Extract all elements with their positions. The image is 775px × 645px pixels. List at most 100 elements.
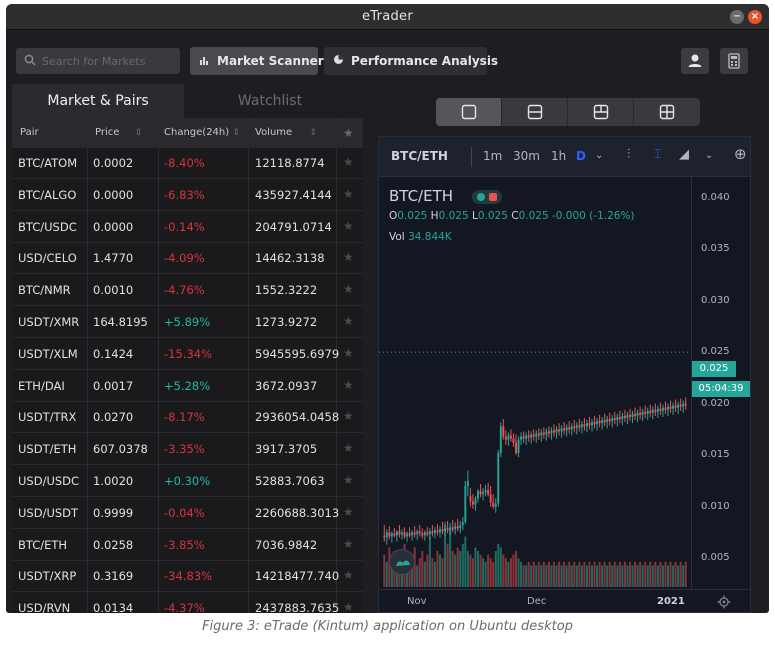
candle-body bbox=[679, 404, 682, 407]
table-row[interactable]: BTC/ATOM 0.0002 -8.40% 12118.8774 ★ bbox=[12, 148, 363, 179]
layout-four-panes-button[interactable] bbox=[634, 98, 700, 126]
timeframe-30m[interactable]: 30m bbox=[513, 149, 540, 163]
table-row[interactable]: USD/CELO 1.4770 -4.09% 14462.3138 ★ bbox=[12, 243, 363, 275]
volume-bar bbox=[469, 554, 472, 587]
candle-body bbox=[487, 490, 490, 495]
price-cell: 0.1424 bbox=[93, 346, 134, 361]
table-row[interactable]: USD/USDC 1.0020 +0.30% 52883.7063 ★ bbox=[12, 466, 363, 497]
header-change[interactable]: Change(24h) ⇕ bbox=[164, 118, 240, 148]
change-cell: +0.30% bbox=[164, 474, 211, 488]
candle-body bbox=[623, 415, 626, 419]
table-row[interactable]: USDT/XLM 0.1424 -15.34% 5945595.6979 ★ bbox=[12, 339, 363, 370]
table-row[interactable]: BTC/ETH 0.0258 -3.85% 7036.9842 ★ bbox=[12, 530, 363, 561]
favorite-star-icon[interactable]: ★ bbox=[343, 441, 354, 455]
candle-body bbox=[459, 525, 462, 529]
layout-two-rows-button[interactable] bbox=[502, 98, 568, 126]
pair-cell: BTC/NMR bbox=[18, 283, 71, 298]
timeframe-d[interactable]: D bbox=[576, 149, 586, 163]
calculator-button[interactable] bbox=[720, 48, 748, 74]
candle-body bbox=[477, 491, 479, 499]
favorite-star-icon[interactable]: ★ bbox=[343, 219, 354, 233]
pair-cell: USDT/TRX bbox=[18, 410, 77, 425]
favorite-star-icon[interactable]: ★ bbox=[343, 409, 354, 423]
volume-bar bbox=[451, 551, 454, 587]
tab-watchlist[interactable]: Watchlist bbox=[184, 84, 356, 118]
tradingview-logo-icon[interactable] bbox=[389, 549, 415, 575]
search-box[interactable] bbox=[16, 48, 180, 74]
pair-cell: USD/RVN bbox=[18, 601, 71, 613]
favorite-star-icon[interactable]: ★ bbox=[343, 600, 354, 613]
favorite-star-icon[interactable]: ★ bbox=[343, 378, 354, 392]
volume-bar bbox=[603, 561, 606, 587]
market-scanner-button[interactable]: Market Scanner bbox=[190, 47, 324, 75]
layout-four-panes-icon bbox=[659, 104, 675, 120]
table-row[interactable]: USDT/ETH 607.0378 -3.35% 3917.3705 ★ bbox=[12, 434, 363, 466]
table-row[interactable]: USDT/TRX 0.0270 -8.17% 2936054.0458 ★ bbox=[12, 402, 363, 434]
change-cell: -3.35% bbox=[164, 442, 205, 457]
area-style-icon[interactable]: ◢ bbox=[679, 147, 689, 162]
pair-cell: BTC/USDC bbox=[18, 219, 77, 234]
chevron-down-icon[interactable]: ⌄ bbox=[705, 150, 713, 161]
candle-body bbox=[401, 532, 403, 535]
change-cell: -15.34% bbox=[164, 346, 212, 361]
table-row[interactable]: BTC/ALGO 0.0000 -6.83% 435927.4144 ★ bbox=[12, 180, 363, 211]
header-volume[interactable]: Volume ⇕ bbox=[255, 118, 317, 148]
volume-cell: 52883.7063 bbox=[255, 474, 325, 488]
price-cell: 1.4770 bbox=[93, 251, 134, 266]
layout-three-panes-button[interactable] bbox=[568, 98, 634, 126]
candle-body bbox=[641, 411, 644, 415]
volume-bar bbox=[613, 561, 616, 587]
header-pair[interactable]: Pair bbox=[20, 118, 39, 148]
favorite-star-icon[interactable]: ★ bbox=[343, 568, 354, 582]
layout-selector bbox=[436, 98, 700, 126]
header-star-icon[interactable]: ★ bbox=[343, 118, 354, 148]
table-row[interactable]: BTC/NMR 0.0010 -4.76% 1552.3222 ★ bbox=[12, 275, 363, 307]
table-row[interactable]: USD/RVN 0.0134 -4.37% 2437883.7635 ★ bbox=[12, 593, 363, 613]
table-row[interactable]: USDT/XMR 164.8195 +5.89% 1273.9272 ★ bbox=[12, 307, 363, 338]
favorite-star-icon[interactable]: ★ bbox=[343, 250, 354, 264]
table-row[interactable]: USDT/XRP 0.3169 -34.83% 14218477.740 ★ bbox=[12, 561, 363, 593]
layout-single-button[interactable] bbox=[436, 98, 502, 126]
candle-body bbox=[451, 527, 454, 530]
candle-body bbox=[646, 410, 649, 414]
candle-body bbox=[654, 409, 657, 412]
y-tick: 0.030 bbox=[701, 294, 730, 306]
minimize-button[interactable]: − bbox=[730, 10, 744, 24]
table-row[interactable]: ETH/DAI 0.0017 +5.28% 3672.0937 ★ bbox=[12, 371, 363, 402]
volume-bar bbox=[570, 565, 573, 587]
candle-body bbox=[446, 528, 449, 531]
performance-analysis-button[interactable]: Performance Analysis bbox=[324, 47, 498, 75]
search-input[interactable] bbox=[42, 52, 174, 70]
indicators-icon[interactable]: ⊕ bbox=[734, 145, 747, 163]
favorite-star-icon[interactable]: ★ bbox=[343, 155, 354, 169]
gear-icon[interactable] bbox=[717, 595, 731, 609]
volume-bar bbox=[502, 554, 505, 587]
timeframe-1h[interactable]: 1h bbox=[551, 149, 566, 163]
favorite-star-icon[interactable]: ★ bbox=[343, 187, 354, 201]
favorite-star-icon[interactable]: ★ bbox=[343, 282, 354, 296]
candle-body bbox=[593, 422, 596, 425]
chevron-down-icon[interactable]: ⌄ bbox=[595, 150, 603, 161]
close-button[interactable]: × bbox=[748, 10, 762, 24]
symbol-selector[interactable]: BTC/ETH bbox=[391, 149, 448, 163]
tab-market-pairs[interactable]: Market & Pairs bbox=[12, 84, 184, 118]
header-price[interactable]: Price ⇕ bbox=[95, 118, 142, 148]
candle-body bbox=[667, 406, 669, 410]
bar-style-icon[interactable]: ⫶ bbox=[627, 147, 630, 162]
favorite-star-icon[interactable]: ★ bbox=[343, 346, 354, 360]
candles-icon[interactable]: ⌶ bbox=[654, 147, 662, 162]
candle-body bbox=[575, 425, 578, 429]
favorite-star-icon[interactable]: ★ bbox=[343, 314, 354, 328]
table-row[interactable]: USD/USDT 0.9999 -0.04% 2260688.3013 ★ bbox=[12, 498, 363, 529]
table-row[interactable]: BTC/USDC 0.0000 -0.14% 204791.0714 ★ bbox=[12, 212, 363, 243]
layout-single-icon bbox=[461, 104, 477, 120]
user-button[interactable] bbox=[681, 48, 709, 74]
candle-body bbox=[423, 532, 426, 536]
candle-body bbox=[413, 532, 416, 535]
favorite-star-icon[interactable]: ★ bbox=[343, 537, 354, 551]
timeframe-1m[interactable]: 1m bbox=[483, 149, 502, 163]
favorite-star-icon[interactable]: ★ bbox=[343, 473, 354, 487]
favorite-star-icon[interactable]: ★ bbox=[343, 505, 354, 519]
title-bar[interactable]: eTrader − × bbox=[6, 4, 769, 30]
volume-bar bbox=[418, 558, 421, 587]
